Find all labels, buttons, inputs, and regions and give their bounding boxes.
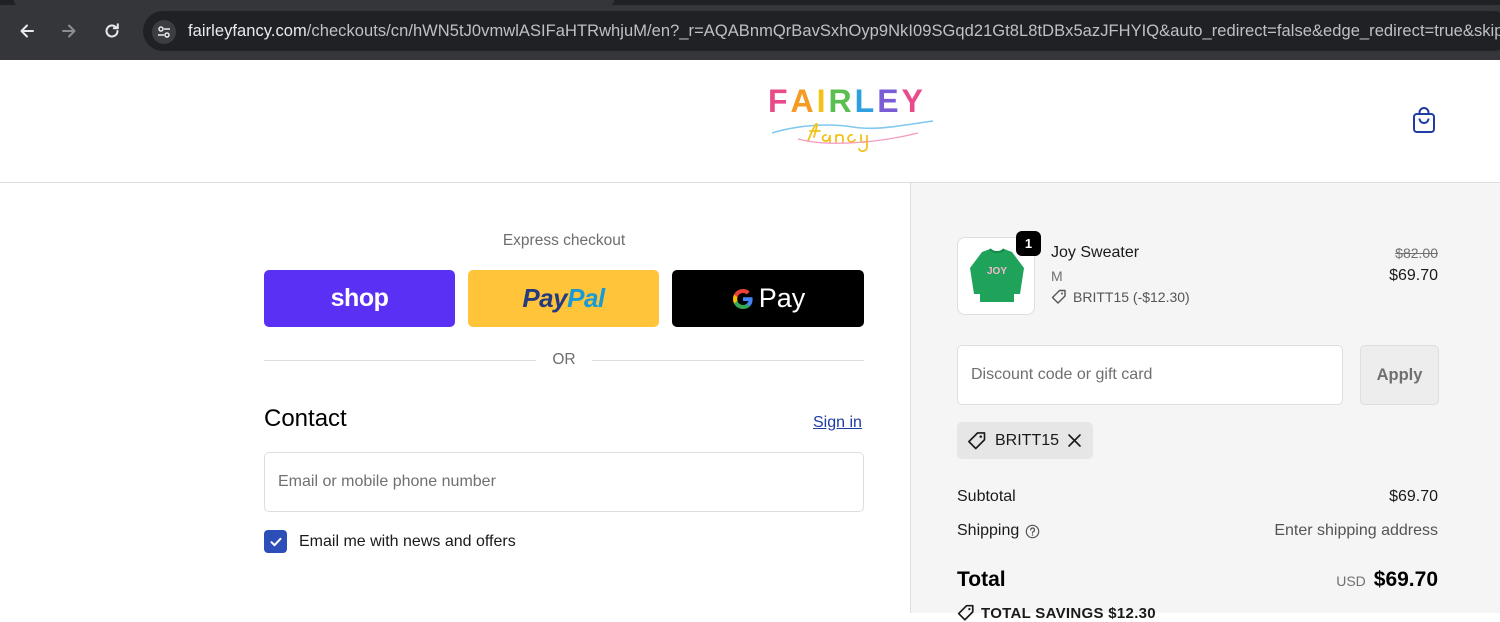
applied-code-label: BRITT15 xyxy=(995,431,1060,449)
product-name: Joy Sweater xyxy=(1051,244,1140,261)
express-checkout-label: Express checkout xyxy=(502,232,626,249)
subtotal-value: $69.70 xyxy=(1389,488,1438,505)
reload-button[interactable] xyxy=(99,18,125,44)
checkout-main: Express checkout shop PayPal Pay OR Cont… xyxy=(0,183,911,613)
tag-icon xyxy=(968,431,986,449)
google-pay-label: Pay xyxy=(758,283,806,313)
logo-script-fancy xyxy=(771,120,934,153)
or-divider: OR xyxy=(264,351,864,371)
url-host: fairleyfancy.com xyxy=(188,22,307,40)
original-price: $82.00 xyxy=(1395,245,1438,261)
shop-pay-button[interactable]: shop xyxy=(264,270,455,327)
total-savings-text: TOTAL SAVINGS $12.30 xyxy=(981,604,1156,622)
site-info-button[interactable] xyxy=(152,20,176,44)
shop-pay-label: shop xyxy=(330,284,389,312)
order-summary: JOY 1 Joy Sweater M BRITT15 (-$12.30) $8… xyxy=(910,183,1500,622)
help-icon[interactable] xyxy=(1025,524,1040,539)
checkmark-icon xyxy=(270,537,281,546)
email-or-phone-input[interactable] xyxy=(264,452,864,512)
back-button[interactable] xyxy=(14,18,40,44)
browser-toolbar: fairleyfancy.com/checkouts/cn/hWN5tJ0vmw… xyxy=(0,0,1500,60)
reload-icon xyxy=(105,23,119,38)
total-value: USD $69.70 xyxy=(1336,568,1438,592)
contact-heading: Contact xyxy=(264,405,347,432)
tune-icon xyxy=(158,26,170,38)
google-pay-logo: Pay xyxy=(731,283,806,314)
store-logo[interactable]: FAIRLEY xyxy=(768,83,938,158)
shipping-label: Shipping xyxy=(957,522,1020,539)
divider-line-right xyxy=(592,360,864,361)
product-discount-text: BRITT15 (-$12.30) xyxy=(1073,289,1190,305)
paypal-logo-part-1: Pay xyxy=(522,283,568,313)
or-label: OR xyxy=(552,351,576,368)
paypal-logo: PayPal xyxy=(522,283,605,314)
url-path: /checkouts/cn/hWN5tJ0vmwlASIFaHTRwhjuM/e… xyxy=(306,22,1500,40)
google-g-icon xyxy=(732,288,753,309)
tag-icon xyxy=(957,604,974,621)
apply-discount-button[interactable]: Apply xyxy=(1360,345,1439,405)
browser-active-tab[interactable] xyxy=(14,0,614,5)
sign-in-link[interactable]: Sign in xyxy=(813,414,862,432)
paypal-button[interactable]: PayPal xyxy=(468,270,659,327)
shopping-bag-icon xyxy=(1413,107,1435,133)
store-header: FAIRLEY xyxy=(0,60,1500,183)
discount-code-input[interactable] xyxy=(957,345,1343,405)
divider-line-left xyxy=(264,360,536,361)
paypal-logo-part-2: Pal xyxy=(567,283,605,313)
url-text: fairleyfancy.com/checkouts/cn/hWN5tJ0vmw… xyxy=(188,22,1500,41)
cart-button[interactable] xyxy=(1410,106,1438,136)
applied-discount-chip: BRITT15 xyxy=(957,422,1093,459)
total-label: Total xyxy=(957,568,1006,591)
newsletter-label[interactable]: Email me with news and offers xyxy=(299,533,516,551)
shipping-row-label: Shipping xyxy=(957,522,1040,540)
forward-button[interactable] xyxy=(56,18,82,44)
google-pay-button[interactable]: Pay xyxy=(672,270,864,327)
address-bar[interactable]: fairleyfancy.com/checkouts/cn/hWN5tJ0vmw… xyxy=(143,11,1500,51)
total-savings: TOTAL SAVINGS $12.30 xyxy=(957,604,1156,622)
newsletter-checkbox[interactable] xyxy=(264,530,287,553)
total-currency: USD xyxy=(1336,573,1366,589)
tag-icon xyxy=(1051,289,1066,304)
product-discount: BRITT15 (-$12.30) xyxy=(1051,289,1190,305)
sweater-print-text: JOY xyxy=(987,266,1007,277)
product-variant: M xyxy=(1051,268,1063,284)
close-icon[interactable] xyxy=(1066,432,1083,449)
sale-price: $69.70 xyxy=(1389,267,1438,284)
arrow-left-icon xyxy=(20,24,34,38)
total-amount: $69.70 xyxy=(1373,568,1438,591)
shipping-value: Enter shipping address xyxy=(1274,522,1438,539)
quantity-badge: 1 xyxy=(1016,231,1041,256)
subtotal-label: Subtotal xyxy=(957,488,1016,505)
arrow-right-icon xyxy=(62,24,76,38)
browser-tab-strip xyxy=(0,0,1500,5)
